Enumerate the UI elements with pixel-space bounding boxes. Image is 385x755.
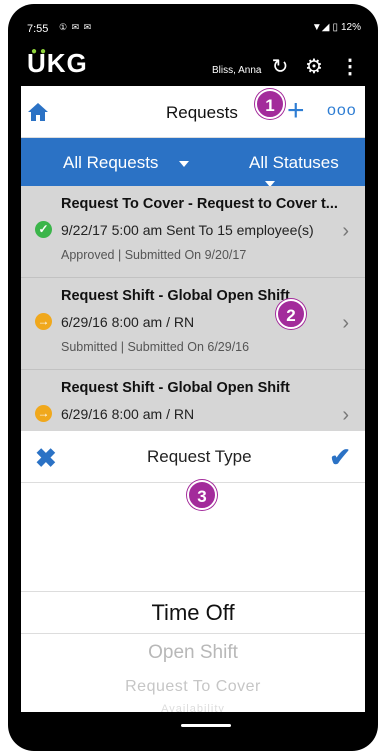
request-meta: Approved | Submitted On 9/20/17 [61, 248, 247, 262]
list-item[interactable]: Request To Cover - Request to Cover t...… [21, 186, 365, 278]
settings-gear-icon[interactable]: ⚙ [301, 54, 327, 80]
home-indicator[interactable] [181, 724, 231, 727]
callout-badge-2: 2 [276, 299, 306, 329]
home-icon[interactable] [27, 102, 49, 122]
picker-title: Request Type [147, 447, 252, 466]
request-title: Request Shift - Global Open Shift [61, 380, 290, 396]
request-detail: 9/22/17 5:00 am Sent To 15 employee(s) [61, 222, 314, 238]
request-detail: 6/29/16 8:00 am / RN [61, 406, 195, 422]
ukg-logo: ●● UKG [27, 46, 88, 79]
picker-option[interactable]: Open Shift [21, 642, 365, 664]
request-meta: Submitted | Submitted On 6/29/16 [61, 340, 250, 354]
refresh-icon[interactable]: ↻ [267, 54, 293, 80]
user-name: Bliss, Anna [212, 65, 262, 76]
request-filter-label: All Requests [63, 153, 159, 172]
battery-level: 12% [340, 22, 361, 33]
status-time: 7:55 [27, 23, 49, 35]
notification-icons: ① ✉ ✉ [59, 22, 93, 32]
logo-dots: ●● [31, 46, 50, 57]
chevron-right-icon: › [342, 404, 349, 426]
callout-badge-3: 3 [187, 480, 217, 510]
list-item[interactable]: Request Shift - Global Open Shift → 6/29… [21, 278, 365, 370]
picker-header: ✖ Request Type ✔ [21, 431, 365, 483]
add-request-button[interactable]: + [287, 94, 305, 128]
request-filter-dropdown[interactable]: All Requests [63, 153, 190, 173]
check-circle-icon: ✓ [35, 221, 52, 238]
arrow-circle-icon: → [35, 313, 52, 330]
request-detail: 6/29/16 8:00 am / RN [61, 314, 195, 330]
status-bar: 7:55 ① ✉ ✉ ▼◢ ▯ 12% [21, 14, 365, 42]
more-options-button[interactable]: ooo [327, 102, 357, 120]
status-right: ▼◢ ▯ 12% [312, 22, 361, 33]
requests-header: Requests + ooo [21, 86, 365, 138]
arrow-circle-icon: → [35, 405, 52, 422]
filter-bar: All Requests All Statuses [21, 138, 365, 187]
chevron-right-icon: › [342, 312, 349, 334]
confirm-check-icon[interactable]: ✔ [329, 442, 351, 473]
request-title: Request Shift - Global Open Shift [61, 288, 290, 304]
close-icon[interactable]: ✖ [35, 443, 57, 474]
request-title: Request To Cover - Request to Cover t... [61, 196, 338, 212]
status-filter-label: All Statuses [249, 153, 339, 172]
device-frame: 7:55 ① ✉ ✉ ▼◢ ▯ 12% ●● UKG Bliss, Anna ↻… [8, 4, 378, 751]
picker-option[interactable]: Request To Cover [21, 678, 365, 696]
page-title: Requests [166, 103, 238, 122]
app-bar: ●● UKG Bliss, Anna ↻ ⚙ ⋮ [21, 42, 365, 86]
battery-icon: ▯ [332, 22, 338, 33]
chevron-right-icon: › [342, 220, 349, 242]
signal-icon: ▼◢ [311, 22, 330, 33]
request-list: Request To Cover - Request to Cover t...… [21, 186, 365, 462]
request-type-picker: ✖ Request Type ✔ Time Off Open Shift Req… [21, 431, 365, 739]
screen: 7:55 ① ✉ ✉ ▼◢ ▯ 12% ●● UKG Bliss, Anna ↻… [21, 14, 365, 739]
picker-option[interactable]: Time Off [21, 600, 365, 626]
callout-badge-1: 1 [255, 89, 285, 119]
chevron-down-icon [179, 160, 190, 167]
overflow-menu-icon[interactable]: ⋮ [337, 54, 363, 80]
